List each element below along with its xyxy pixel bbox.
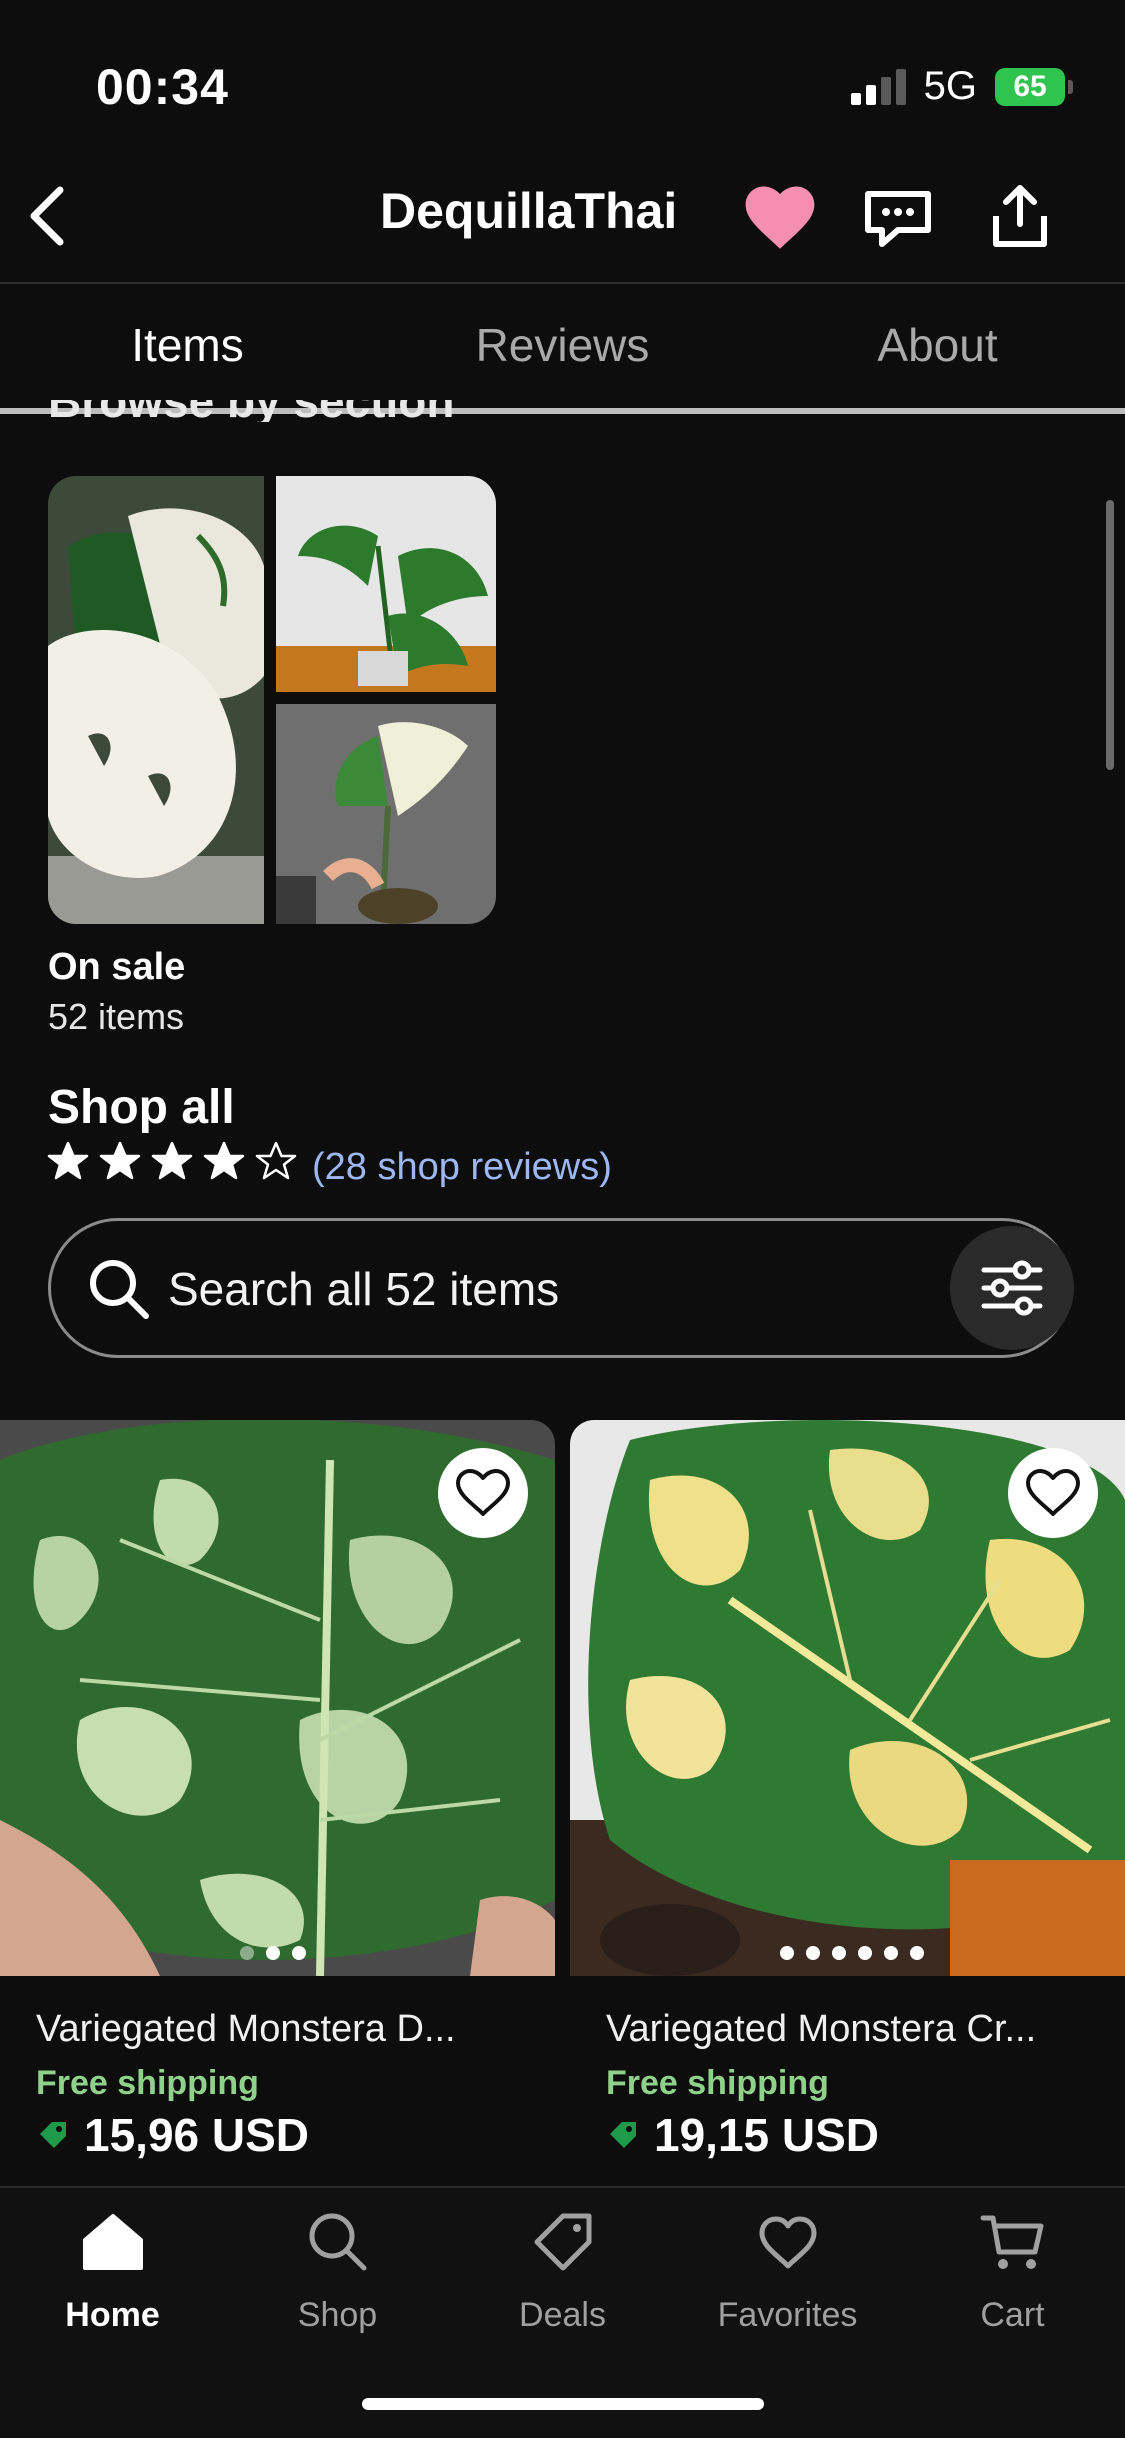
scrollbar[interactable] bbox=[1106, 500, 1114, 770]
product-price-value: 15,96 USD bbox=[84, 2109, 310, 2161]
share-button[interactable] bbox=[980, 176, 1060, 256]
pagination-dot bbox=[910, 1946, 924, 1960]
search-icon bbox=[86, 1256, 152, 1322]
product-title[interactable]: Variegated Monstera D... bbox=[36, 2008, 556, 2051]
header-divider bbox=[0, 282, 1125, 284]
signal-icon bbox=[850, 68, 906, 105]
star-filled-icon bbox=[151, 1141, 193, 1180]
search-placeholder: Search all 52 items bbox=[168, 1263, 560, 1315]
pagination-dot bbox=[832, 1946, 846, 1960]
filter-button[interactable] bbox=[950, 1226, 1074, 1350]
product-shipping: Free shipping bbox=[36, 2064, 259, 2102]
tag-icon bbox=[534, 2213, 591, 2271]
pagination-dot bbox=[884, 1946, 898, 1960]
section-title: On sale bbox=[48, 946, 186, 988]
product-price-value: 19,15 USD bbox=[654, 2109, 880, 2161]
tab-items[interactable]: Items bbox=[0, 318, 375, 372]
pagination-dot bbox=[780, 1946, 794, 1960]
price-tag-icon bbox=[610, 2122, 636, 2148]
network-label: 5G bbox=[923, 64, 977, 108]
product-title[interactable]: Variegated Monstera Cr... bbox=[606, 2008, 1125, 2051]
heart-filled-icon bbox=[745, 186, 815, 249]
pagination-dot bbox=[858, 1946, 872, 1960]
home-icon bbox=[82, 2214, 143, 2270]
home-indicator[interactable] bbox=[362, 2398, 764, 2410]
product-price: 19,15 USD bbox=[606, 2108, 879, 2162]
nav-favorites[interactable]: Favorites bbox=[675, 2206, 900, 2335]
favorite-shop-button[interactable] bbox=[740, 180, 820, 252]
rating-stars bbox=[46, 1140, 298, 1184]
message-shop-button[interactable] bbox=[858, 182, 938, 254]
pagination-dot bbox=[266, 1946, 280, 1960]
search-icon bbox=[309, 2213, 366, 2271]
favorite-button[interactable] bbox=[438, 1448, 528, 1538]
message-icon bbox=[865, 191, 931, 247]
star-filled-icon bbox=[203, 1141, 245, 1180]
heart-outline-icon bbox=[456, 1469, 510, 1516]
heart-icon bbox=[759, 2216, 816, 2269]
product-price: 15,96 USD bbox=[36, 2108, 309, 2162]
shop-title: DequillaThai bbox=[380, 183, 678, 239]
status-time: 00:34 bbox=[96, 59, 229, 115]
star-filled-icon bbox=[99, 1141, 141, 1180]
nav-deals[interactable]: Deals bbox=[450, 2206, 675, 2335]
back-button[interactable] bbox=[18, 176, 88, 256]
shop-all-heading: Shop all bbox=[48, 1081, 235, 1134]
chevron-left-icon bbox=[30, 186, 64, 246]
nav-shop[interactable]: Shop bbox=[225, 2206, 450, 2335]
star-filled-icon bbox=[47, 1141, 89, 1180]
share-icon bbox=[993, 185, 1047, 247]
section-collage-image bbox=[48, 476, 496, 924]
nav-label: Deals bbox=[519, 2296, 606, 2334]
nav-label: Favorites bbox=[717, 2296, 858, 2334]
shop-reviews-link[interactable]: (28 shop reviews) bbox=[312, 1146, 612, 1189]
section-heading-clipped: Browse by section bbox=[48, 400, 454, 422]
image-pagination-dots bbox=[240, 1946, 306, 1960]
image-pagination-dots bbox=[780, 1946, 924, 1960]
nav-cart[interactable]: Cart bbox=[900, 2206, 1125, 2335]
heart-outline-icon bbox=[1026, 1469, 1080, 1516]
status-indicators: 5G 65 bbox=[850, 64, 1073, 109]
star-empty-icon bbox=[255, 1141, 297, 1180]
nav-label: Shop bbox=[297, 2296, 378, 2334]
nav-label: Home bbox=[65, 2296, 160, 2334]
nav-label: Cart bbox=[980, 2296, 1045, 2334]
tab-reviews[interactable]: Reviews bbox=[375, 318, 750, 372]
battery-level: 65 bbox=[1013, 69, 1047, 103]
nav-home[interactable]: Home bbox=[0, 2206, 225, 2335]
battery-icon: 65 bbox=[995, 67, 1073, 106]
section-card-on-sale[interactable] bbox=[48, 476, 496, 924]
pagination-dot bbox=[806, 1946, 820, 1960]
price-tag-icon bbox=[40, 2122, 66, 2148]
favorite-button[interactable] bbox=[1008, 1448, 1098, 1538]
pagination-dot bbox=[240, 1946, 254, 1960]
tab-about[interactable]: About bbox=[750, 318, 1125, 372]
pagination-dot bbox=[292, 1946, 306, 1960]
product-shipping: Free shipping bbox=[606, 2064, 829, 2102]
section-item-count: 52 items bbox=[48, 996, 185, 1037]
filter-sliders-icon bbox=[981, 1260, 1043, 1316]
cart-icon bbox=[980, 2215, 1043, 2269]
